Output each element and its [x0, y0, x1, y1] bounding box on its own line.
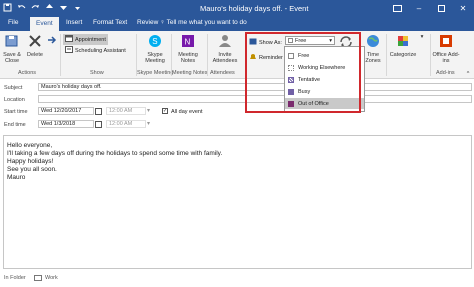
scheduling-icon: [65, 46, 73, 55]
body-line: See you all soon.: [7, 166, 57, 173]
attendees-group-label: Attendees: [210, 70, 235, 76]
collapse-ribbon-icon[interactable]: ^: [464, 71, 472, 77]
location-label: Location: [4, 97, 25, 103]
chevron-down-icon: ▾: [420, 34, 424, 40]
save-close-label: Save & Close: [3, 52, 21, 64]
time-zones-label: Time Zones: [365, 52, 381, 64]
office-addins-button[interactable]: Office Add-ins: [432, 34, 460, 64]
skype-label: Skype Meeting: [145, 52, 165, 64]
down-arrow-icon[interactable]: [59, 3, 68, 12]
office-addins-icon: [432, 34, 460, 50]
save-icon[interactable]: [3, 3, 12, 12]
svg-text:N: N: [185, 38, 191, 47]
end-time-chevron-icon[interactable]: ▾: [147, 120, 150, 127]
body-line: I'll taking a few days off during the ho…: [7, 150, 223, 157]
tell-me-text: Tell me what you want to do: [166, 19, 247, 26]
end-time-field[interactable]: 12:00 AM: [106, 120, 146, 128]
globe-icon: [362, 34, 384, 50]
title-bar: Mauro's holiday days off. - Event – ✕: [0, 0, 474, 17]
subject-label: Subject: [4, 85, 23, 91]
skype-group-label: Skype Meeting: [137, 70, 174, 76]
invite-attendees-label: Invite Attendees: [212, 52, 238, 64]
invite-attendees-button[interactable]: Invite Attendees: [210, 34, 240, 64]
meeting-notes-button[interactable]: N Meeting Notes: [173, 34, 203, 64]
start-time-field[interactable]: 12:00 AM: [106, 107, 146, 115]
flag-button[interactable]: ▾: [418, 34, 426, 40]
all-day-checkbox[interactable]: ✓: [162, 108, 168, 114]
quick-access-toolbar: [3, 3, 82, 12]
save-close-icon: [2, 34, 22, 50]
folder-name: Work: [45, 275, 58, 281]
folder-icon: [34, 275, 42, 283]
all-day-label: All day event: [171, 109, 203, 115]
categorize-label: Categorize: [389, 52, 417, 58]
message-body[interactable]: Hello everyone, I'll taking a few days o…: [3, 135, 472, 269]
group-separator: [207, 34, 208, 76]
start-date-value: Wed 12/20/2017: [41, 108, 82, 114]
end-date-calendar-icon[interactable]: [95, 121, 102, 130]
start-date-calendar-icon[interactable]: [95, 108, 102, 117]
appointment-button[interactable]: Appointment: [63, 34, 108, 45]
actions-group-label: Actions: [18, 70, 37, 76]
scheduling-assistant-button[interactable]: Scheduling Assistant: [63, 45, 128, 56]
onenote-icon: N: [173, 34, 203, 50]
skype-icon: S: [140, 34, 170, 50]
group-separator: [386, 34, 387, 76]
tab-format-text[interactable]: Format Text: [93, 19, 127, 26]
tab-file[interactable]: File: [8, 19, 18, 26]
tab-insert[interactable]: Insert: [66, 19, 82, 26]
body-line: Hello everyone,: [7, 142, 53, 149]
tell-me-box[interactable]: ♀ Tell me what you want to do: [160, 19, 247, 26]
skype-meeting-button[interactable]: S Skype Meeting: [140, 34, 170, 64]
body-line: Happy holidays!: [7, 158, 54, 165]
undo-icon[interactable]: [17, 3, 26, 12]
calendar-icon: [65, 35, 73, 44]
event-form: Subject Mauro's holiday days off. Locati…: [0, 79, 474, 135]
redo-icon[interactable]: [31, 3, 40, 12]
meeting-notes-group-label: Meeting Notes: [172, 70, 208, 76]
start-time-label: Start time: [4, 109, 28, 115]
scheduling-label: Scheduling Assistant: [75, 47, 126, 54]
window-title: Mauro's holiday days off. - Event: [200, 4, 309, 13]
start-time-chevron-icon[interactable]: ▾: [147, 107, 150, 114]
start-date-field[interactable]: Wed 12/20/2017: [38, 107, 94, 115]
forward-button[interactable]: [46, 34, 60, 50]
end-date-field[interactable]: Wed 1/3/2018: [38, 120, 94, 128]
in-folder-label: In Folder: [4, 275, 26, 281]
appointment-label: Appointment: [75, 36, 106, 43]
up-arrow-icon[interactable]: [45, 3, 54, 12]
minimize-icon[interactable]: –: [408, 0, 430, 17]
ribbon-tabs: File Event Insert Format Text Review ♀ T…: [0, 17, 474, 31]
tab-event[interactable]: Event: [30, 17, 59, 31]
close-icon[interactable]: ✕: [452, 0, 474, 17]
ribbon: Save & Close Delete Actions Appointment …: [0, 31, 474, 79]
window-controls: – ✕: [386, 0, 474, 17]
body-line: Mauro: [7, 174, 26, 181]
categorize-button[interactable]: Categorize: [388, 34, 418, 58]
tab-review[interactable]: Review: [137, 19, 158, 26]
forward-icon: [46, 34, 60, 48]
maximize-icon[interactable]: [430, 0, 452, 17]
group-separator: [430, 34, 431, 76]
svg-text:S: S: [152, 37, 157, 46]
lightbulb-icon: ♀: [160, 19, 165, 26]
delete-icon: [25, 34, 45, 50]
time-zones-button[interactable]: Time Zones: [362, 34, 384, 64]
invite-attendees-icon: [210, 34, 240, 50]
customize-qat-icon[interactable]: [73, 3, 82, 12]
footer: In Folder Work: [0, 272, 474, 287]
delete-label: Delete: [27, 52, 43, 58]
categorize-icon: [388, 34, 418, 50]
end-date-value: Wed 1/3/2018: [41, 121, 76, 127]
save-close-button[interactable]: Save & Close: [2, 34, 22, 64]
delete-button[interactable]: Delete: [25, 34, 45, 58]
show-group-label: Show: [90, 70, 104, 76]
meeting-notes-label: Meeting Notes: [178, 52, 198, 64]
end-time-label: End time: [4, 122, 26, 128]
group-separator: [60, 34, 61, 76]
ribbon-display-icon[interactable]: [386, 0, 408, 17]
office-addins-label: Office Add-ins: [432, 52, 460, 64]
highlight-box: [245, 32, 361, 113]
addins-group-label: Add-ins: [436, 70, 455, 76]
